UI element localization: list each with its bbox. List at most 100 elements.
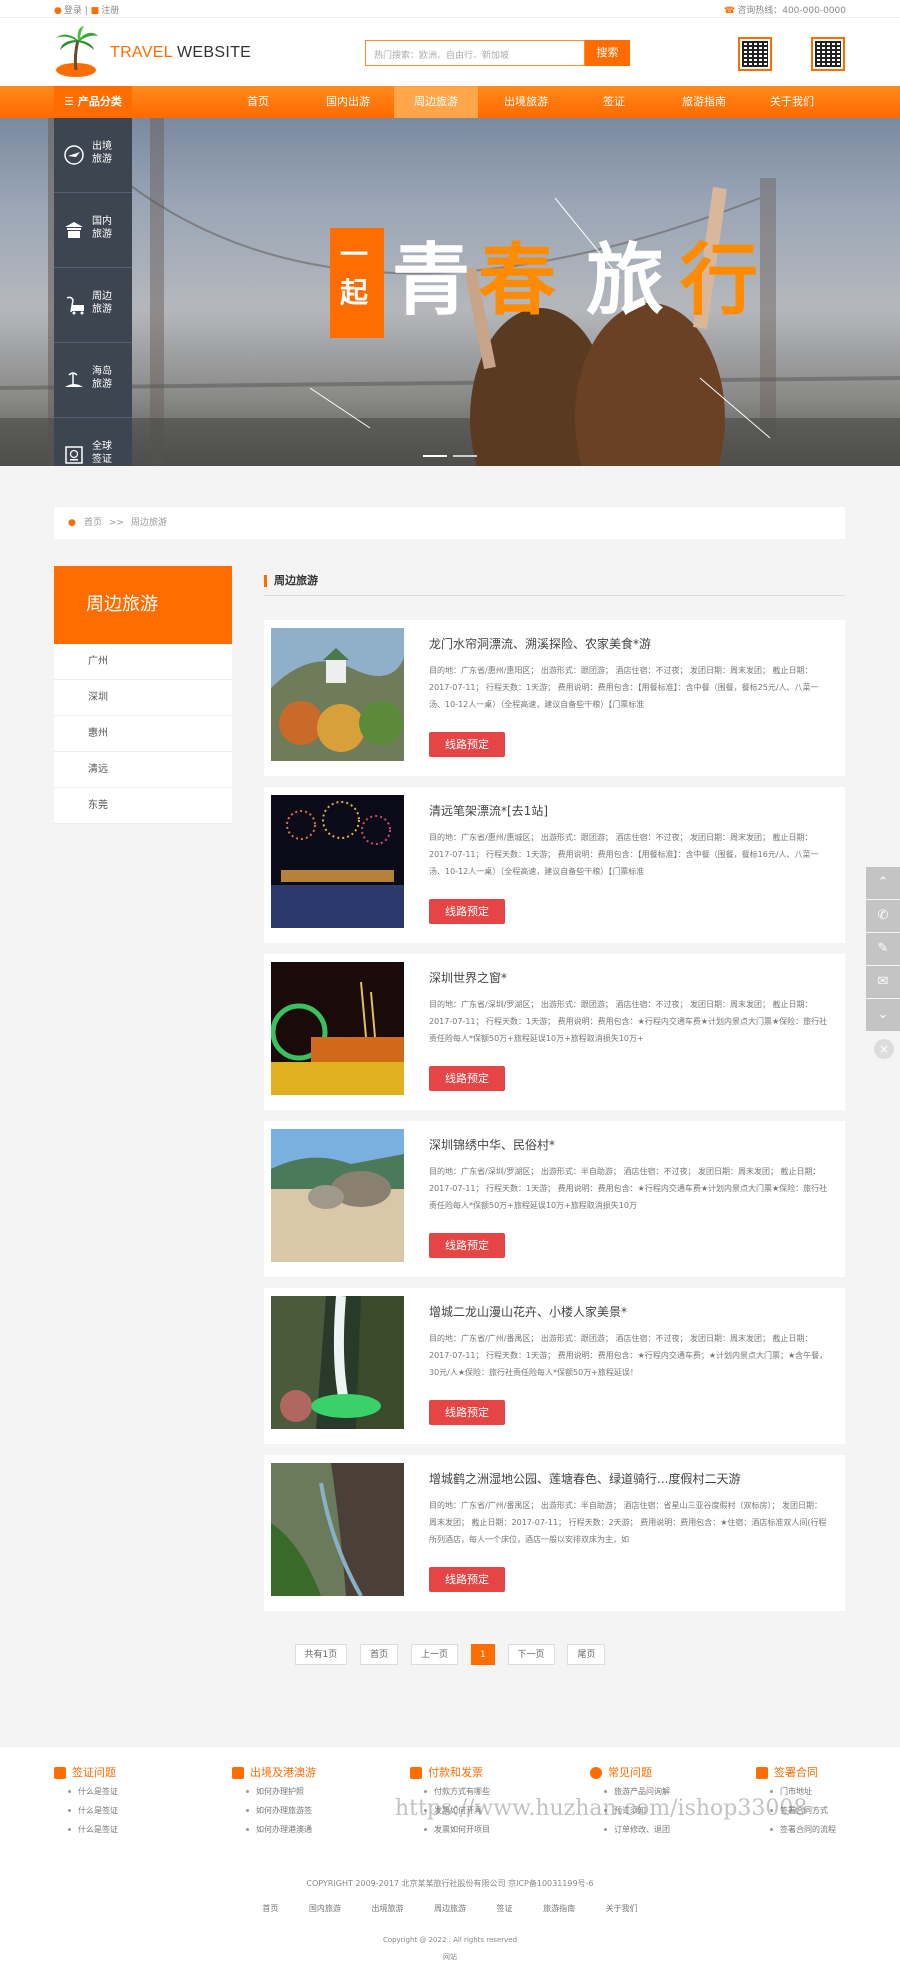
- page-next-button[interactable]: 下一页: [507, 1644, 555, 1665]
- footer-link[interactable]: 什么是签证: [54, 1820, 214, 1839]
- slider-dot[interactable]: [423, 455, 447, 457]
- page-last-button[interactable]: 尾页: [567, 1644, 606, 1665]
- sidebar-label-line2: 旅游: [92, 379, 112, 390]
- left-nav-item-huizhou[interactable]: 惠州: [54, 716, 232, 752]
- book-route-button[interactable]: 线路预定: [429, 899, 505, 924]
- footer-link[interactable]: 如何办理港澳通: [232, 1820, 392, 1839]
- footer-link[interactable]: 如何办理旅游签: [232, 1801, 392, 1820]
- route-thumbnail[interactable]: [271, 1463, 404, 1596]
- sidebar-label-line2: 签证: [92, 454, 112, 465]
- book-route-button[interactable]: 线路预定: [429, 1233, 505, 1258]
- sidebar-item-domestic[interactable]: 国内 旅游: [54, 193, 132, 268]
- book-route-button[interactable]: 线路预定: [429, 1400, 505, 1425]
- footer-link[interactable]: 发票如何开项目: [410, 1820, 570, 1839]
- category-label: 产品分类: [77, 95, 122, 108]
- left-nav-item-qingyuan[interactable]: 清远: [54, 752, 232, 788]
- book-route-button[interactable]: 线路预定: [429, 1567, 505, 1592]
- page-prev-button[interactable]: 上一页: [411, 1644, 459, 1665]
- lock-icon: ■: [90, 6, 100, 16]
- route-card: 增城二龙山漫山花卉、小楼人家美景* 目的地：广东省/广州/番禺区； 出游形式：跟团…: [264, 1288, 845, 1444]
- separator: |: [84, 6, 88, 16]
- login-link[interactable]: 登录: [64, 6, 82, 16]
- route-title[interactable]: 龙门水帘洞漂流、溯溪探险、农家美食*游: [429, 635, 829, 652]
- search-button[interactable]: 搜索: [585, 40, 630, 66]
- edit-icon[interactable]: ✎: [866, 933, 900, 965]
- route-thumbnail[interactable]: [271, 962, 404, 1095]
- scroll-down-icon[interactable]: ⌄: [866, 999, 900, 1031]
- search-input[interactable]: 热门搜索：欧洲、自由行、新加坡: [365, 40, 585, 66]
- user-icon: ●: [54, 6, 62, 16]
- route-thumbnail[interactable]: [271, 1129, 404, 1262]
- sidebar-label: 全球 签证: [92, 440, 122, 466]
- nav-item-nearby[interactable]: 周边旅游: [394, 86, 478, 118]
- register-link[interactable]: 注册: [101, 6, 119, 16]
- category-menu-button[interactable]: ☰ 产品分类: [54, 86, 132, 118]
- footer-col-title-text: 常见问题: [608, 1766, 652, 1779]
- sidebar-label-line2: 旅游: [92, 304, 112, 315]
- route-card: 增城鹤之洲湿地公园、莲塘春色、绿道骑行...度假村二天游 目的地：广东省/广州/番…: [264, 1455, 845, 1611]
- scroll-up-icon[interactable]: ⌃: [866, 867, 900, 899]
- nav-item-about[interactable]: 关于我们: [750, 86, 834, 118]
- route-title[interactable]: 清远笔架漂流*[去1站]: [429, 802, 829, 819]
- footer-col-title: 出境及港澳游: [232, 1764, 392, 1782]
- banner-text-xing: 行: [680, 235, 759, 326]
- left-nav-item-guangzhou[interactable]: 广州: [54, 644, 232, 680]
- site-logo-text[interactable]: TRAVEL WEBSITE: [110, 44, 251, 62]
- qr-code-2: [811, 37, 845, 71]
- sidebar-item-nearby[interactable]: 周边 旅游: [54, 268, 132, 343]
- route-thumbnail[interactable]: [271, 795, 404, 928]
- phone-icon[interactable]: ✆: [866, 900, 900, 932]
- route-desc: 目的地：广东省/深圳/罗湖区； 出游形式：半自助游； 酒店住宿：不过夜； 发团日…: [429, 1167, 828, 1210]
- footer-nav-link[interactable]: 旅游指南: [543, 1904, 575, 1913]
- footer-link[interactable]: 如何办理护照: [232, 1782, 392, 1801]
- banner-text-qing: 青: [392, 235, 471, 326]
- footer-nav-link[interactable]: 周边旅游: [434, 1904, 466, 1913]
- footer-nav-link[interactable]: 出境旅游: [371, 1904, 403, 1913]
- palm-logo-icon[interactable]: [54, 26, 100, 78]
- footer-col-title-text: 付款和发票: [428, 1766, 483, 1779]
- hero-banner[interactable]: 一 起 青 春 旅 行 出境 旅游 国内 旅游 周边 旅游 海岛 旅游 全球 签证: [0, 118, 900, 466]
- footer-nav-link[interactable]: 首页: [262, 1904, 278, 1913]
- breadcrumb-home[interactable]: 首页: [84, 518, 102, 528]
- invoice-icon: [410, 1767, 422, 1779]
- close-icon[interactable]: ×: [874, 1039, 894, 1059]
- nav-item-domestic[interactable]: 国内出游: [306, 86, 390, 118]
- sidebar-item-visa[interactable]: 全球 签证: [54, 418, 132, 466]
- route-thumbnail[interactable]: [271, 1296, 404, 1429]
- route-title[interactable]: 增城二龙山漫山花卉、小楼人家美景*: [429, 1303, 829, 1320]
- route-thumbnail[interactable]: [271, 628, 404, 761]
- route-list: 周边旅游 龙门水帘洞漂流、溯溪探险、农家美食*游 目的地：广东省/惠州/惠阳区； …: [264, 566, 845, 1611]
- nav-item-visa[interactable]: 签证: [572, 86, 656, 118]
- footer-link[interactable]: 订单修改、退团: [590, 1820, 750, 1839]
- footer-col-title: 付款和发票: [410, 1764, 570, 1782]
- slider-dot[interactable]: [453, 455, 477, 457]
- route-title[interactable]: 深圳锦绣中华、民俗村*: [429, 1136, 829, 1153]
- section-title: 周边旅游: [264, 566, 845, 596]
- route-title[interactable]: 深圳世界之窗*: [429, 969, 829, 986]
- sidebar-label: 出境 旅游: [92, 140, 122, 166]
- page-first-button[interactable]: 首页: [360, 1644, 399, 1665]
- sidebar-item-outbound[interactable]: 出境 旅游: [54, 118, 132, 193]
- nav-item-home[interactable]: 首页: [216, 86, 300, 118]
- left-nav-item-dongguan[interactable]: 东莞: [54, 788, 232, 824]
- sidebar-item-island[interactable]: 海岛 旅游: [54, 343, 132, 418]
- route-title[interactable]: 增城鹤之洲湿地公园、莲塘春色、绿道骑行...度假村二天游: [429, 1470, 829, 1487]
- page-current[interactable]: 1: [470, 1644, 495, 1665]
- mail-icon[interactable]: ✉: [866, 966, 900, 998]
- phone-icon: ☎: [724, 6, 736, 16]
- footer-nav-link[interactable]: 关于我们: [606, 1904, 638, 1913]
- left-nav-item-shenzhen[interactable]: 深圳: [54, 680, 232, 716]
- footer-col-title: 签署合同: [756, 1764, 900, 1782]
- footer-nav-link[interactable]: 签证: [497, 1904, 513, 1913]
- footer-nav-link[interactable]: 国内旅游: [309, 1904, 341, 1913]
- book-route-button[interactable]: 线路预定: [429, 732, 505, 757]
- footer-link[interactable]: 什么是签证: [54, 1801, 214, 1820]
- footer-link[interactable]: 什么是签证: [54, 1782, 214, 1801]
- footer: 签证问题 什么是签证 什么是签证 什么是签证 出境及港澳游 如何办理护照 如何办…: [0, 1747, 900, 1973]
- nav-item-outbound[interactable]: 出境旅游: [484, 86, 568, 118]
- book-route-button[interactable]: 线路预定: [429, 1066, 505, 1091]
- footer-link[interactable]: 签署合同的流程: [756, 1820, 900, 1839]
- breadcrumb: ● 首页 >> 周边旅游: [54, 507, 845, 539]
- sidebar-label-line2: 旅游: [92, 229, 112, 240]
- nav-item-guide[interactable]: 旅游指南: [662, 86, 746, 118]
